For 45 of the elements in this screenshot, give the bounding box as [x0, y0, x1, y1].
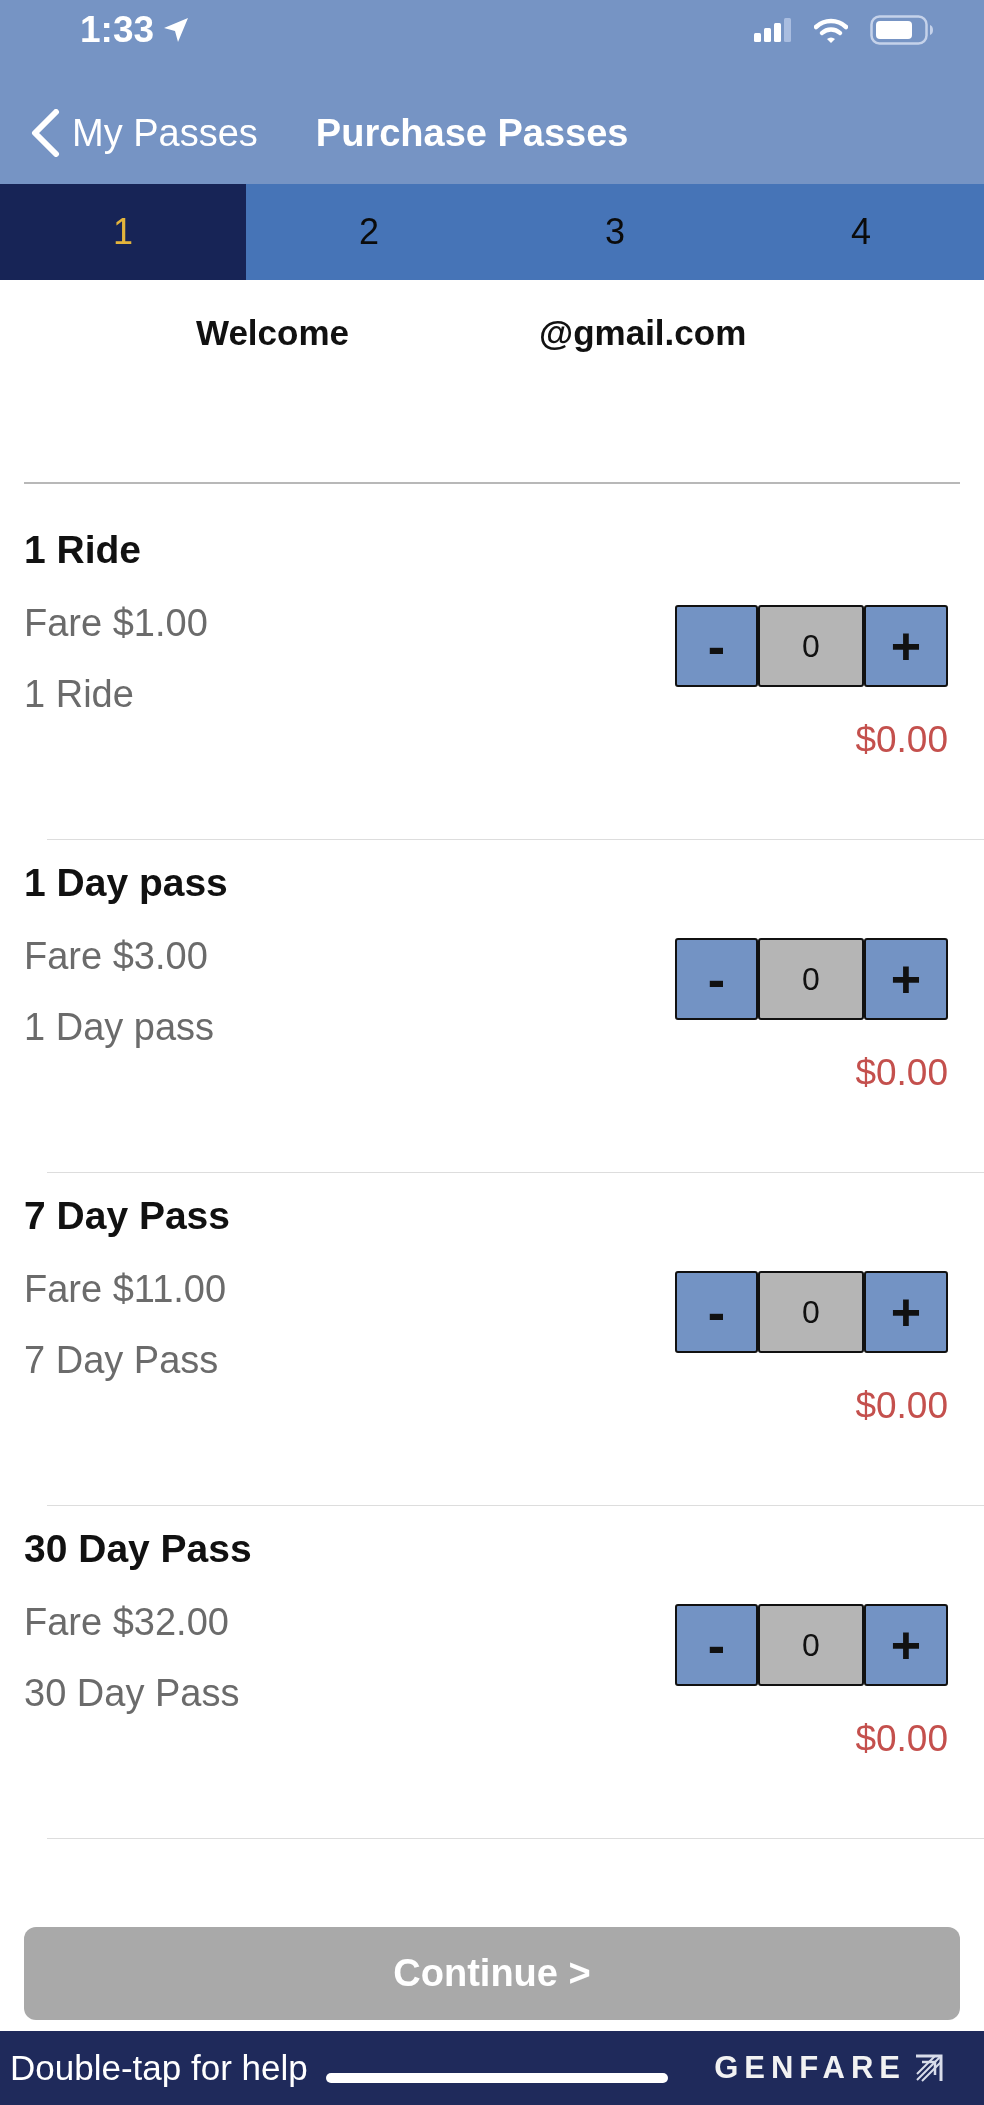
logo-mark-icon [914, 2053, 944, 2083]
pass-description: 1 Day pass [24, 1005, 215, 1050]
step-tab[interactable]: 1 [0, 184, 246, 280]
pass-title: 1 Day pass [24, 860, 228, 906]
fare-text: Fare $1.00 [24, 601, 208, 646]
brand-logo-text: GENFARE [714, 2049, 906, 2087]
step-tab[interactable]: 2 [246, 184, 492, 280]
pass-total: $0.00 [855, 1384, 948, 1428]
pass-description: 7 Day Pass [24, 1338, 219, 1383]
welcome-text: Welcome [196, 312, 350, 354]
decrement-button[interactable]: - [675, 605, 758, 687]
pass-description: 1 Ride [24, 672, 134, 717]
step-tab[interactable]: 3 [492, 184, 738, 280]
chevron-left-icon [30, 109, 60, 157]
pass-title: 7 Day Pass [24, 1193, 230, 1239]
increment-button[interactable]: + [864, 1271, 948, 1353]
pass-description: 30 Day Pass [24, 1671, 240, 1716]
decrement-button[interactable]: - [675, 1271, 758, 1353]
quantity-field[interactable]: 0 [758, 1271, 864, 1353]
quantity-field[interactable]: 0 [758, 1604, 864, 1686]
fare-text: Fare $11.00 [24, 1267, 227, 1312]
pass-total: $0.00 [855, 1051, 948, 1095]
pass-title: 1 Ride [24, 527, 142, 573]
decrement-button[interactable]: - [675, 938, 758, 1020]
signal-icon [754, 18, 792, 42]
account-email: @gmail.com [539, 312, 747, 354]
status-time: 1:33 [80, 8, 155, 52]
wifi-icon [814, 17, 848, 43]
pass-total: $0.00 [855, 1717, 948, 1761]
increment-button[interactable]: + [864, 938, 948, 1020]
increment-button[interactable]: + [864, 1604, 948, 1686]
back-button[interactable]: My Passes [30, 109, 258, 157]
decrement-button[interactable]: - [675, 1604, 758, 1686]
quantity-field[interactable]: 0 [758, 605, 864, 687]
quantity-field[interactable]: 0 [758, 938, 864, 1020]
fare-text: Fare $32.00 [24, 1600, 229, 1645]
location-arrow-icon [164, 18, 189, 42]
help-text: Double-tap for help [10, 2047, 308, 2089]
fare-text: Fare $3.00 [24, 934, 208, 979]
pass-title: 30 Day Pass [24, 1526, 252, 1572]
increment-button[interactable]: + [864, 605, 948, 687]
battery-icon [870, 15, 934, 45]
pass-total: $0.00 [855, 718, 948, 762]
page-title: Purchase Passes [315, 111, 629, 156]
step-tab[interactable]: 4 [738, 184, 984, 280]
